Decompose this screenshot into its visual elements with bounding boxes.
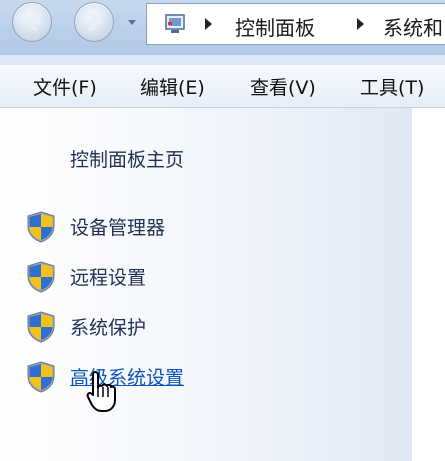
address-bar[interactable]: 控制面板 系统和 [146, 3, 445, 45]
back-button[interactable] [12, 2, 52, 42]
history-dropdown-icon[interactable] [127, 16, 137, 28]
menu-edit[interactable]: 编辑(E) [140, 73, 205, 100]
task-pane [0, 108, 412, 461]
back-arrow-icon [25, 13, 41, 31]
title-bar: 控制面板 系统和 [0, 0, 445, 55]
link-label: 设备管理器 [70, 217, 166, 239]
control-panel-home-link[interactable]: 控制面板主页 [70, 145, 184, 172]
menu-tools[interactable]: 工具(T) [360, 73, 424, 100]
shield-icon [27, 311, 55, 343]
menu-view[interactable]: 查看(V) [250, 73, 316, 100]
content-area [412, 108, 445, 461]
breadcrumb-separator-icon[interactable] [357, 18, 364, 30]
shield-icon [27, 211, 55, 243]
forward-arrow-icon [85, 13, 101, 31]
breadcrumb-system[interactable]: 系统和 [383, 12, 443, 41]
menu-file[interactable]: 文件(F) [33, 73, 97, 100]
control-panel-icon [165, 14, 185, 33]
hand-cursor-icon [86, 371, 116, 412]
shield-icon [27, 261, 55, 293]
menu-bar: 文件(F) 编辑(E) 查看(V) 工具(T) [0, 65, 445, 108]
link-label: 系统保护 [70, 317, 147, 339]
breadcrumb-separator-icon[interactable] [205, 18, 212, 30]
link-label: 远程设置 [70, 267, 147, 289]
shield-icon [27, 361, 55, 393]
forward-button[interactable] [74, 2, 114, 42]
breadcrumb-control-panel[interactable]: 控制面板 [235, 12, 315, 41]
